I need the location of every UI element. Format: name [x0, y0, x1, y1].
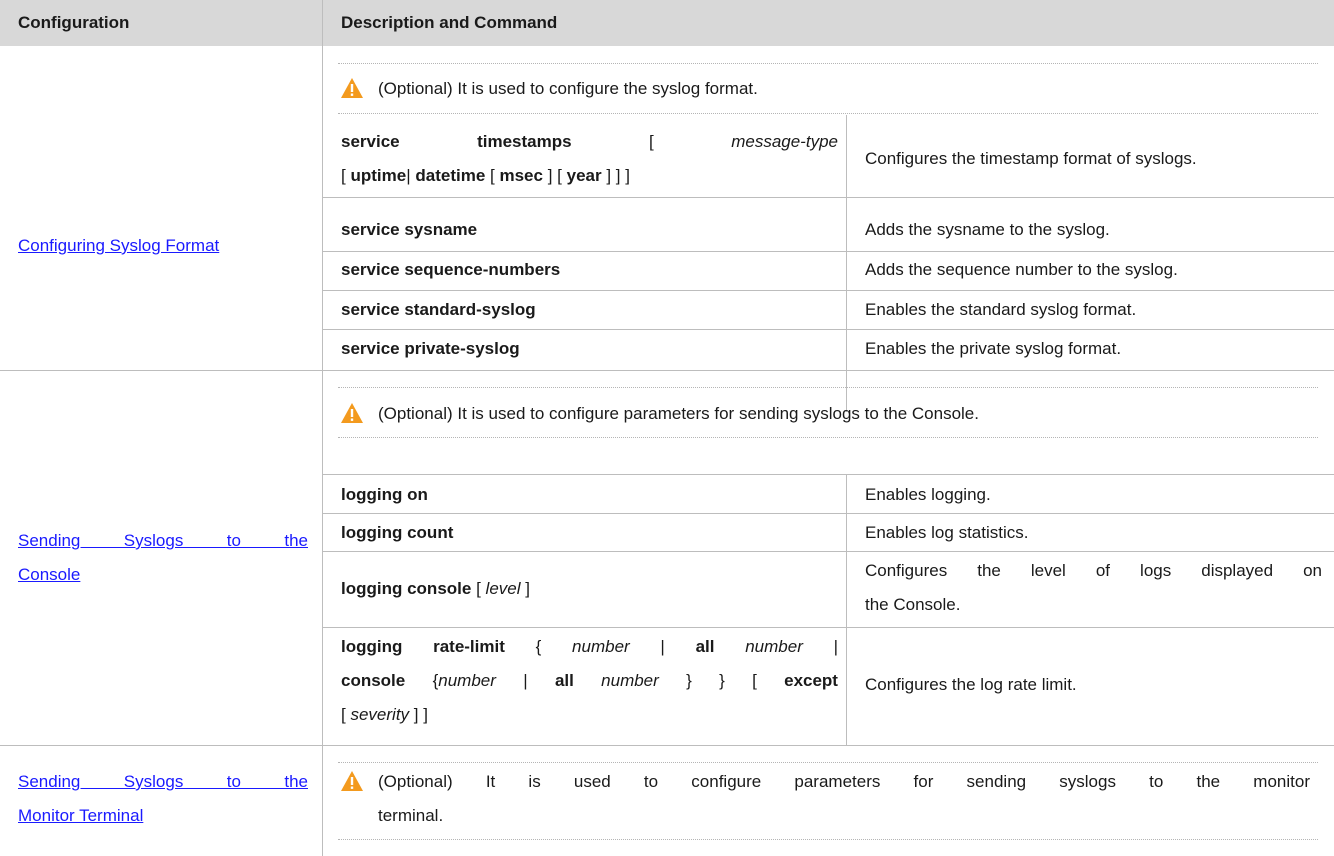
note-text: (Optional) It is used to configure param… — [378, 772, 1310, 791]
description-standard-syslog: Enables the standard syslog format. — [865, 300, 1137, 319]
note-console: (Optional) It is used to configure param… — [340, 397, 979, 431]
config-link-console[interactable]: Sending Syslogs to the Console — [18, 524, 308, 592]
config-link-monitor-terminal[interactable]: Sending Syslogs to the Monitor Terminal — [18, 765, 308, 833]
configuration-table: Configuration Description and Command Co… — [0, 0, 1334, 856]
command-service-standard-syslog: service standard-syslog — [341, 300, 536, 319]
note-text: (Optional) It is used to configure param… — [378, 404, 979, 423]
description-timestamps: Configures the timestamp format of syslo… — [865, 149, 1197, 168]
warning-triangle-icon — [341, 403, 363, 423]
command-service-private-syslog: service private-syslog — [341, 339, 520, 358]
note-text: (Optional) It is used to configure the s… — [378, 79, 758, 98]
description-private-syslog: Enables the private syslog format. — [865, 339, 1122, 358]
note-text-cont: terminal. — [378, 806, 444, 825]
description-sequence-numbers: Adds the sequence number to the syslog. — [865, 260, 1178, 279]
description-logging-console: Configures the level of logs displayed o… — [865, 561, 1322, 614]
header-description-command: Description and Command — [323, 0, 1334, 46]
command-logging-on: logging on — [341, 485, 428, 504]
command-service-sequence-numbers: service sequence-numbers — [341, 260, 561, 279]
warning-triangle-icon — [341, 771, 363, 791]
description-rate-limit: Configures the log rate limit. — [865, 675, 1077, 694]
note-monitor-terminal: (Optional) It is used to configure param… — [340, 765, 1310, 833]
command-service-sysname: service sysname — [341, 220, 478, 239]
command-service-timestamps: service timestamps [ message-type [ upti… — [341, 132, 838, 185]
command-logging-rate-limit: logging rate-limit { number | all number… — [341, 637, 839, 724]
description-logging-count: Enables log statistics. — [865, 523, 1029, 542]
command-logging-console: logging console [ level ] — [341, 579, 530, 598]
description-logging-on: Enables logging. — [865, 485, 991, 504]
warning-triangle-icon — [341, 78, 363, 98]
description-sysname: Adds the sysname to the syslog. — [865, 220, 1110, 239]
config-link-syslog-format[interactable]: Configuring Syslog Format — [18, 229, 219, 263]
command-logging-count: logging count — [341, 523, 454, 542]
note-syslog-format: (Optional) It is used to configure the s… — [340, 72, 758, 106]
header-configuration: Configuration — [0, 0, 322, 46]
